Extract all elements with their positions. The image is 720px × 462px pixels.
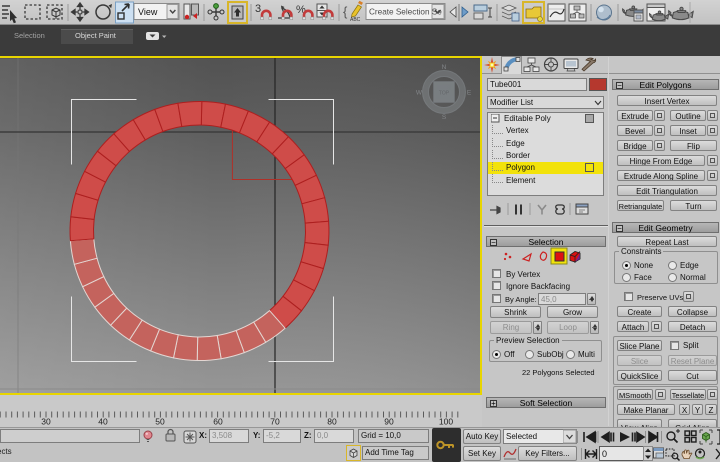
svg-text:W: W bbox=[416, 90, 423, 97]
svg-text:TOP: TOP bbox=[439, 91, 450, 97]
svg-text:90: 90 bbox=[384, 417, 394, 427]
svg-text:40: 40 bbox=[98, 417, 108, 427]
svg-text:S: S bbox=[442, 114, 447, 121]
svg-text:ABC: ABC bbox=[350, 17, 361, 23]
svg-text:3: 3 bbox=[255, 3, 261, 15]
svg-text:60: 60 bbox=[213, 417, 223, 427]
svg-text:80: 80 bbox=[327, 417, 337, 427]
svg-text:100: 100 bbox=[439, 417, 453, 427]
svg-text:30: 30 bbox=[41, 417, 51, 427]
svg-text:View: View bbox=[138, 7, 158, 17]
svg-text:{: { bbox=[343, 4, 348, 19]
svg-text:70: 70 bbox=[270, 417, 280, 427]
svg-text:Create Selection Se: Create Selection Se bbox=[369, 8, 442, 17]
svg-text:50: 50 bbox=[155, 417, 165, 427]
svg-text:N: N bbox=[442, 64, 447, 71]
svg-text:E: E bbox=[467, 90, 472, 97]
svg-text:0: 0 bbox=[602, 449, 607, 459]
